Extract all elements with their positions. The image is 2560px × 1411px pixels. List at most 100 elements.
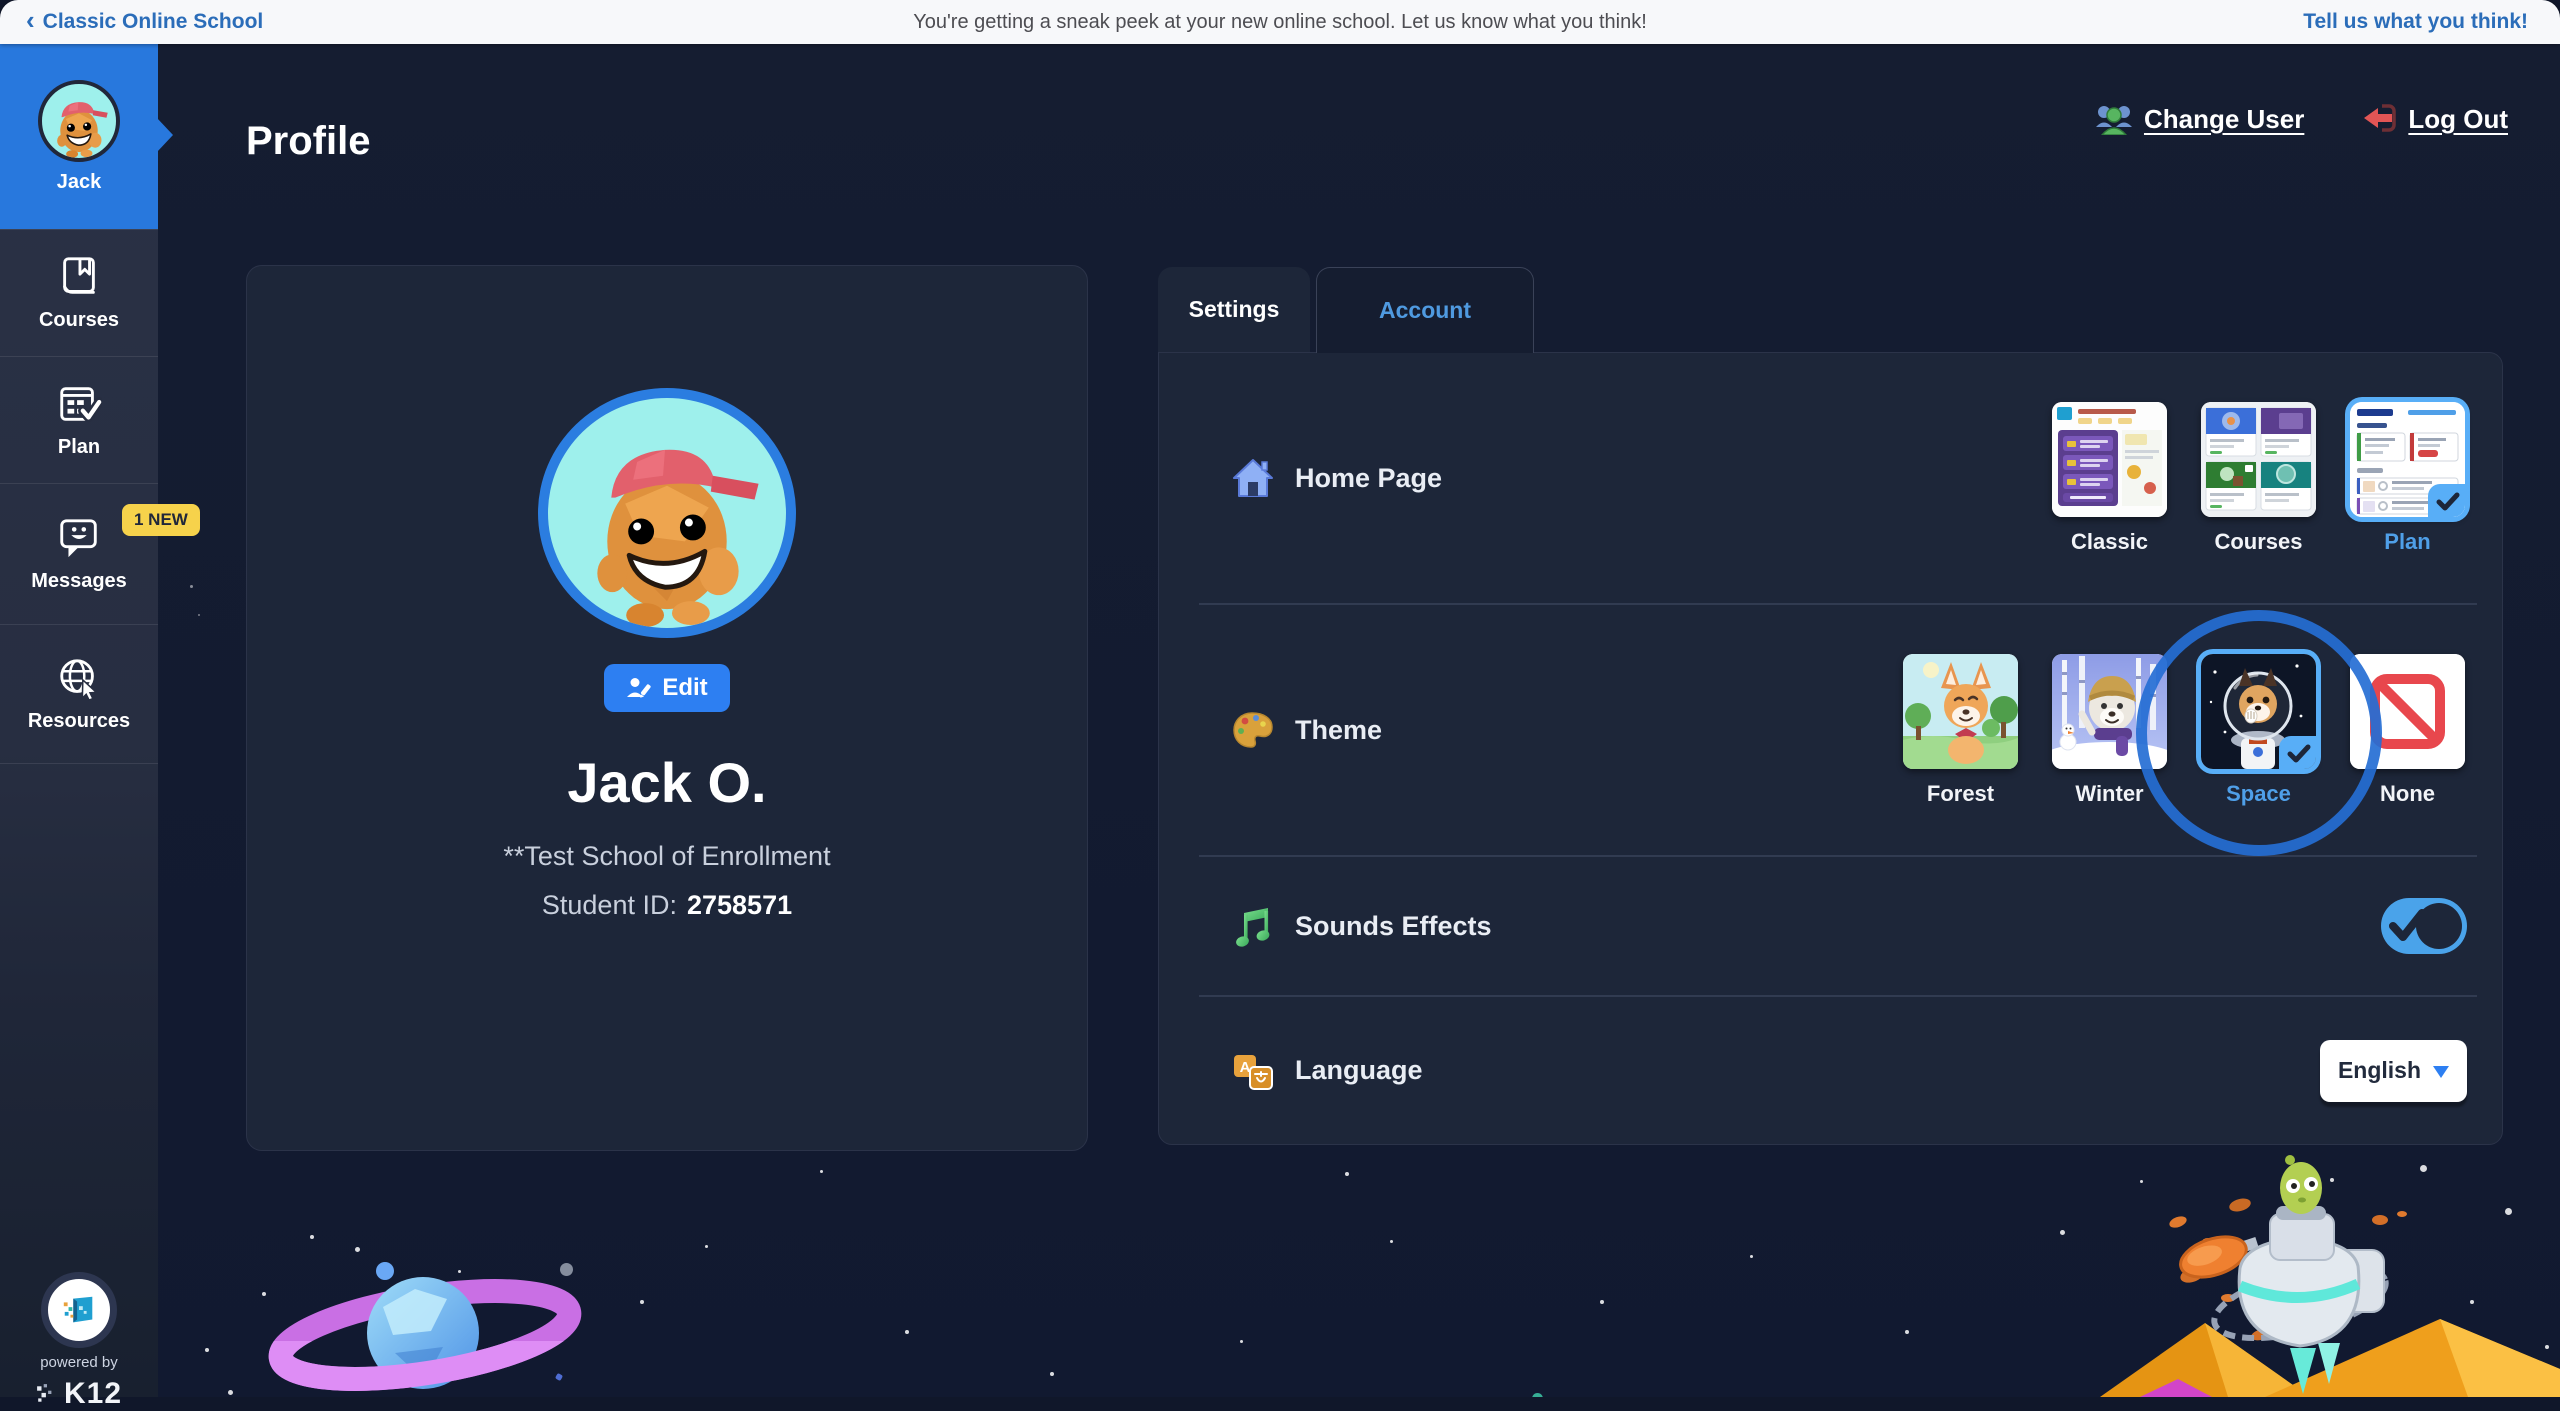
jack-character: [57, 101, 108, 158]
sound-effects-toggle[interactable]: [2381, 898, 2467, 954]
sidebar-item-label: Jack: [56, 170, 102, 193]
messages-new-badge: 1 NEW: [122, 504, 200, 536]
avatar: [38, 79, 120, 162]
home-option-classic[interactable]: Classic: [2050, 401, 2169, 555]
sidebar-item-label: Messages: [31, 570, 127, 592]
school-name: **Test School of Enrollment: [503, 841, 831, 871]
option-label: None: [2380, 780, 2435, 806]
plan-icon: [60, 387, 102, 423]
sidebar-item-label: Resources: [27, 710, 131, 732]
log-out-label: Log Out: [2408, 103, 2508, 134]
home-icon: [1231, 456, 1275, 500]
none-thumbnail: [2350, 653, 2465, 769]
sidebar-item-label: Plan: [57, 436, 101, 458]
sneak-peek-banner: ‹ Classic Online School You're getting a…: [0, 0, 2560, 44]
theme-label-group: Theme: [1231, 708, 1382, 752]
theme-option-winter[interactable]: Winter: [2050, 653, 2169, 807]
courses-thumbnail: [2201, 401, 2316, 517]
sidebar-item-profile[interactable]: Jack: [0, 44, 173, 229]
main-content: Profile Change User Log Out Edit Jack O.…: [158, 44, 2560, 1397]
feedback-link[interactable]: Tell us what you think!: [2303, 10, 2528, 34]
edit-icon: [627, 678, 651, 698]
space-thumbnail: [2201, 653, 2316, 769]
language-label: Language: [1295, 1055, 1423, 1085]
theme-option-forest[interactable]: Forest: [1901, 653, 2020, 807]
home-page-row: Home Page Classic Courses Plan: [1159, 353, 2502, 603]
student-name: Jack O.: [567, 751, 767, 814]
sidebar-item-label: Courses: [38, 309, 120, 331]
k12-logo: [41, 1272, 117, 1348]
student-id-value: 2758571: [686, 890, 793, 920]
banner-message: You're getting a sneak peek at your new …: [913, 10, 1647, 33]
option-label: Space: [2226, 780, 2291, 806]
log-out-button[interactable]: Log Out: [2360, 102, 2508, 136]
avatar: [538, 388, 796, 638]
option-label: Classic: [2070, 528, 2149, 554]
theme-option-space[interactable]: Space: [2135, 609, 2382, 856]
k12-pixels: [37, 1384, 52, 1402]
theme-option-none[interactable]: None: [2348, 653, 2467, 807]
option-label: Winter: [2075, 780, 2144, 806]
tab-settings[interactable]: Settings: [1158, 267, 1310, 352]
messages-icon: [60, 519, 97, 558]
sidebar-item-plan[interactable]: Plan: [0, 356, 158, 483]
dropdown-arrow-icon: [2433, 1065, 2449, 1086]
theme-row: Theme Forest Winter Space None: [1159, 605, 2502, 856]
jack-character: [597, 449, 759, 628]
book-icon: [63, 257, 95, 294]
sound-effects-label-group: Sounds Effects: [1231, 904, 1492, 948]
logout-icon: [2364, 104, 2397, 132]
option-label: Courses: [2214, 528, 2303, 554]
home-page-options: Classic Courses Plan: [2050, 401, 2467, 555]
k12-wordmark: K12: [36, 1377, 122, 1411]
settings-panel: Home Page Classic Courses Plan Theme For…: [1158, 352, 2503, 1145]
student-id: Student ID: 2758571: [542, 890, 792, 921]
ringed-planet: [268, 1262, 582, 1391]
globe-icon: [60, 659, 99, 701]
home-option-courses[interactable]: Courses: [2199, 401, 2318, 555]
active-pointer: [157, 118, 173, 152]
powered-by-block: powered by K12: [0, 1272, 158, 1411]
home-option-plan[interactable]: Plan: [2348, 401, 2467, 555]
forest-thumbnail: [1903, 653, 2018, 769]
language-dropdown[interactable]: English: [2319, 1039, 2467, 1102]
language-value: English: [2337, 1057, 2421, 1083]
translate-icon: A: [1231, 1049, 1275, 1093]
powered-by-label: powered by: [40, 1354, 118, 1371]
back-to-classic-link[interactable]: ‹ Classic Online School: [26, 5, 264, 35]
change-user-button[interactable]: Change User: [2095, 103, 2305, 135]
theme-options: Forest Winter Space None: [1901, 609, 2467, 856]
selected-checkmark-icon: [2279, 735, 2316, 769]
language-row: A Language English: [1159, 997, 2502, 1144]
sidebar-item-messages[interactable]: 1 NEW Messages: [0, 483, 200, 624]
home-page-label: Home Page: [1295, 462, 1443, 493]
home-page-label-group: Home Page: [1231, 456, 1442, 500]
music-note-icon: [1231, 904, 1275, 948]
plan-thumbnail: [2350, 401, 2465, 517]
back-chevron-icon: ‹: [26, 5, 35, 35]
language-label-group: A Language: [1231, 1049, 1423, 1093]
sidebar-item-courses[interactable]: Courses: [0, 229, 158, 356]
alien-rocket: [2169, 1155, 2407, 1394]
toggle-knob: [2416, 903, 2462, 949]
sidebar: Jack Courses Plan 1 NEW Messages Resourc…: [0, 44, 200, 1410]
back-link-label: Classic Online School: [42, 10, 264, 33]
classic-thumbnail: [2052, 401, 2167, 517]
profile-card: Edit Jack O. **Test School of Enrollment…: [246, 265, 1088, 1151]
page-title: Profile: [246, 118, 371, 163]
theme-label: Theme: [1295, 714, 1383, 745]
sound-effects-row: Sounds Effects: [1159, 857, 2502, 995]
winter-thumbnail: [2052, 653, 2167, 769]
change-user-label: Change User: [2143, 103, 2305, 134]
edit-label: Edit: [662, 674, 708, 701]
tab-account[interactable]: Account: [1316, 267, 1534, 353]
student-id-label: Student ID:: [541, 890, 677, 920]
sidebar-item-resources[interactable]: Resources: [0, 624, 158, 763]
users-icon: [2095, 106, 2132, 135]
edit-avatar-button[interactable]: Edit: [604, 664, 730, 712]
settings-tabs: Settings Account: [1158, 267, 1534, 353]
palette-icon: [1231, 708, 1275, 752]
sound-effects-label: Sounds Effects: [1295, 910, 1492, 941]
option-label: Plan: [2384, 528, 2431, 554]
selected-checkmark-icon: [2428, 483, 2465, 517]
